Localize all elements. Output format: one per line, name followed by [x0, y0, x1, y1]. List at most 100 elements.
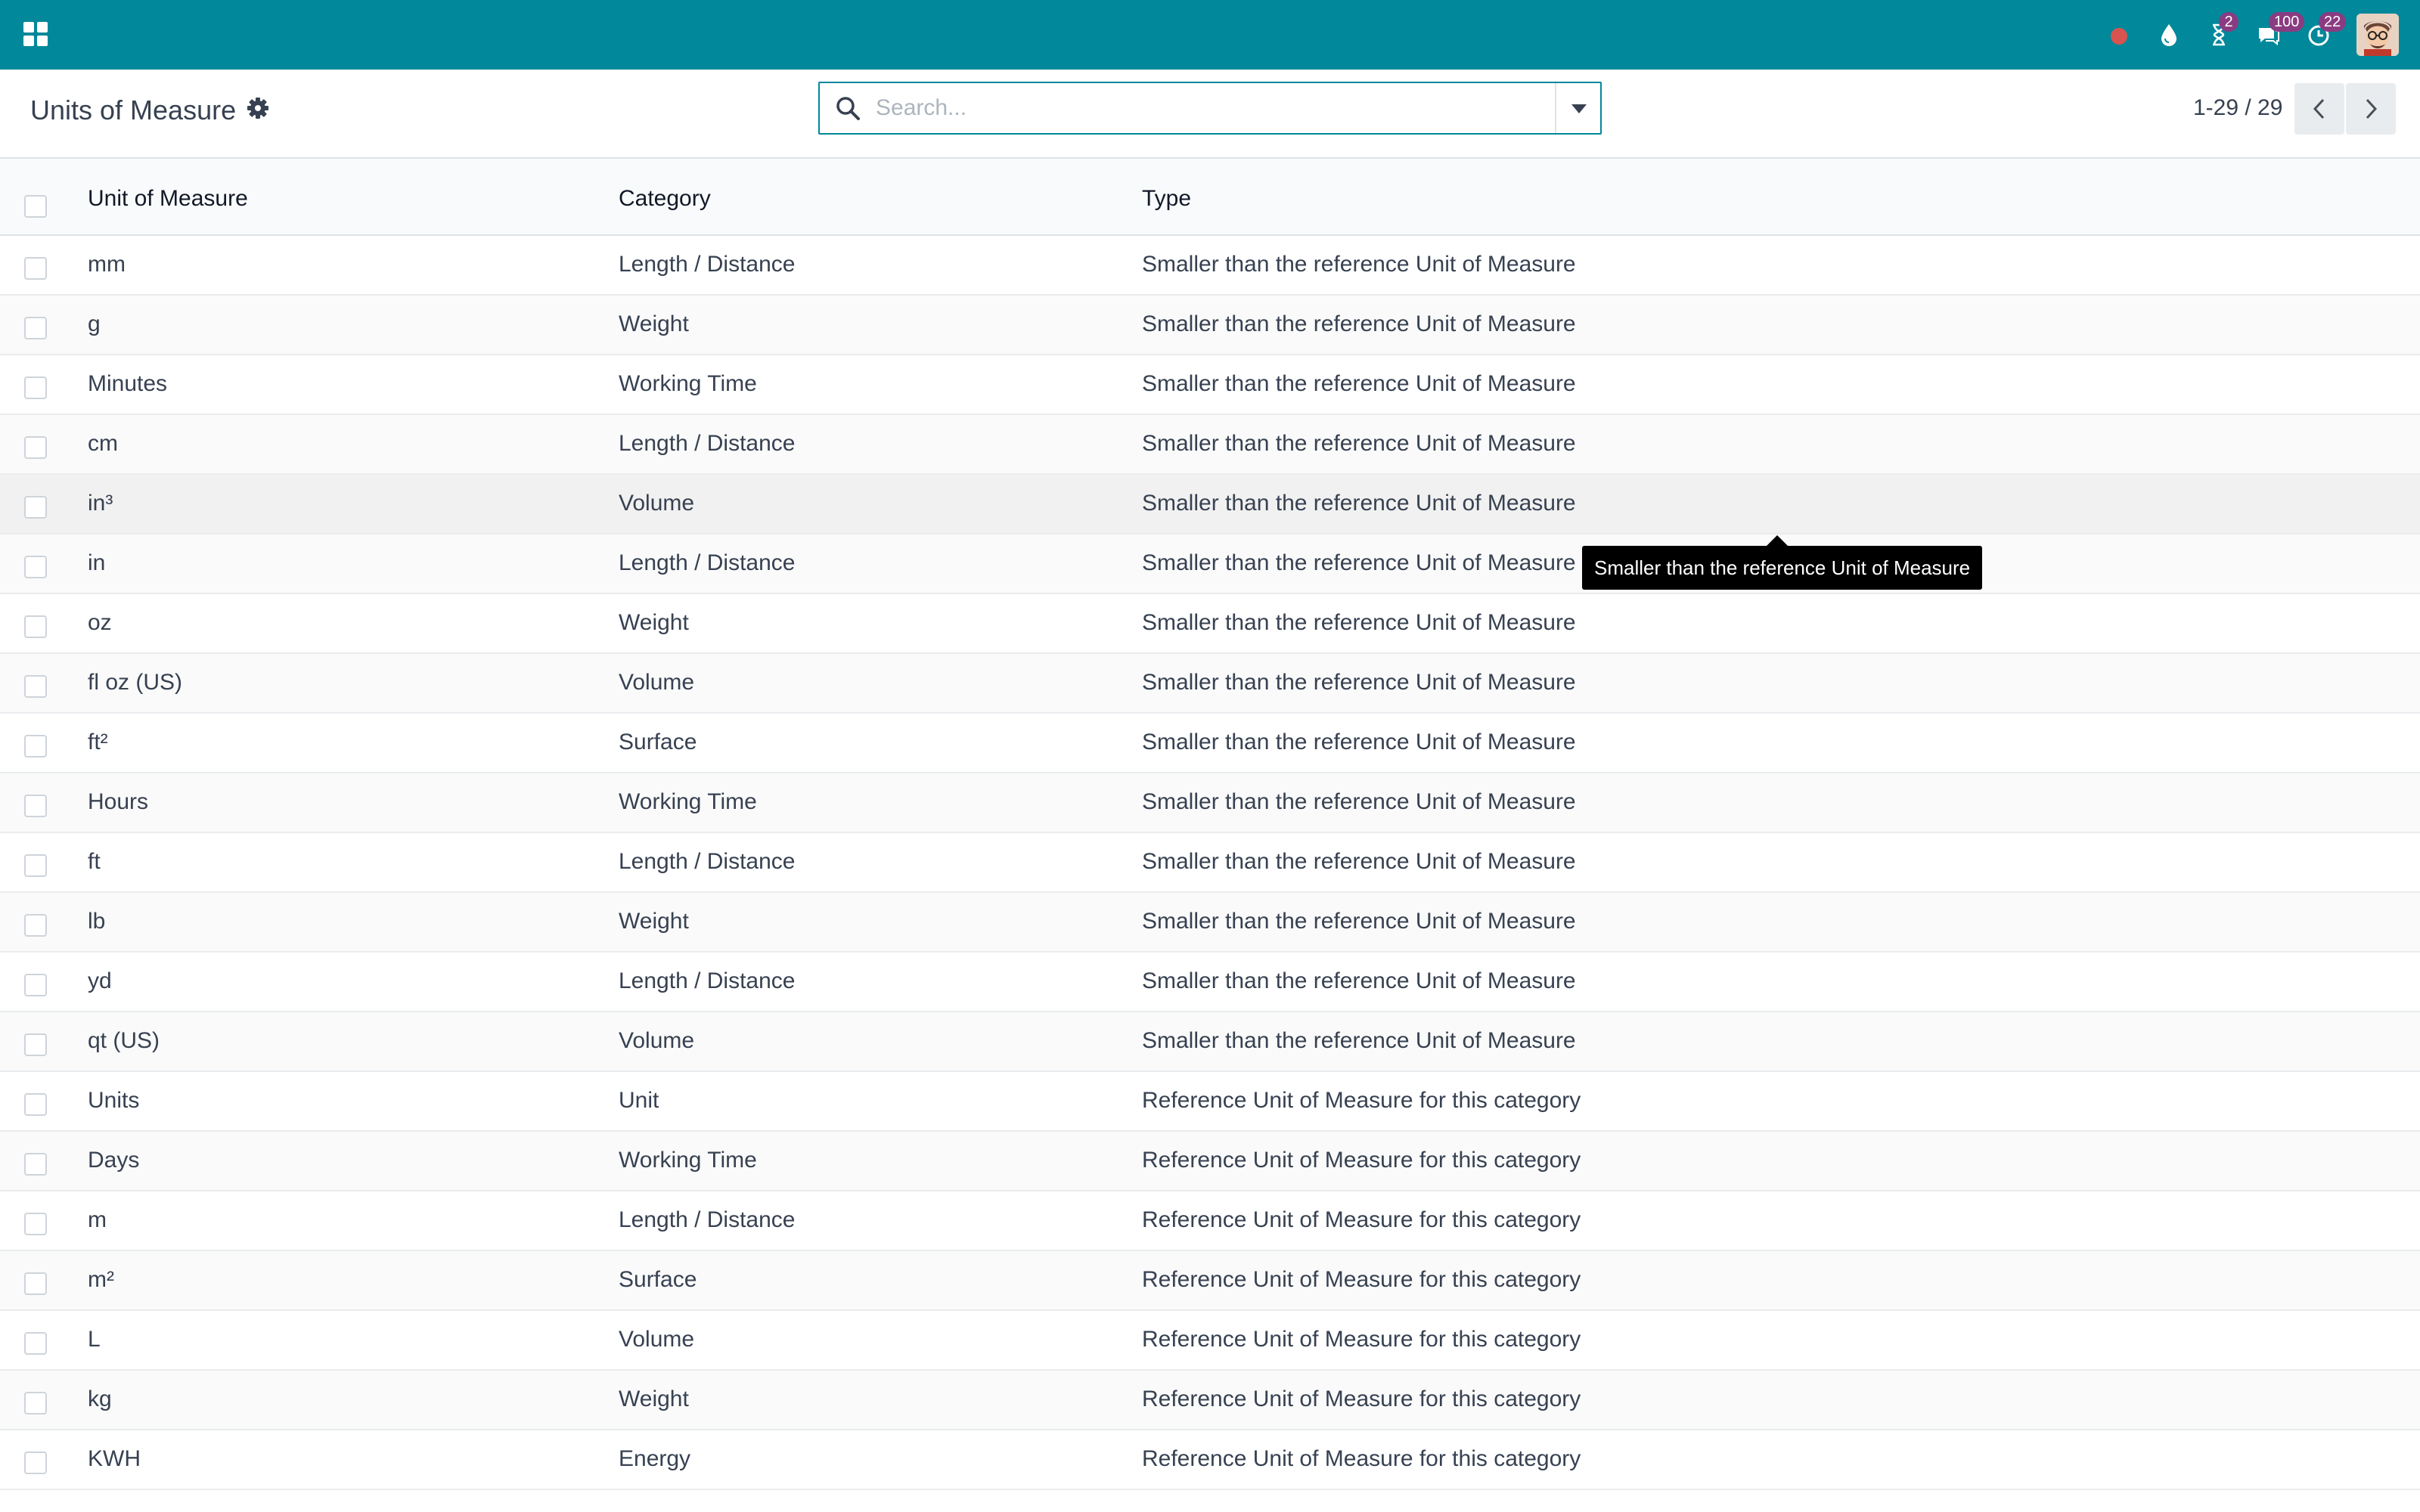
- messages-icon[interactable]: 100: [2254, 12, 2305, 50]
- gear-icon[interactable]: [247, 97, 269, 119]
- unit-cell: L: [88, 1327, 101, 1352]
- type-cell: Smaller than the reference Unit of Measu…: [1142, 670, 1576, 695]
- table-row[interactable]: KWH Energy Reference Unit of Measure for t…: [0, 1430, 2420, 1490]
- type-cell: Smaller than the reference Unit of Measu…: [1142, 550, 1576, 575]
- unit-cell: Days: [88, 1148, 140, 1173]
- table-row[interactable]: qt (US) Volume Smaller than the reference …: [0, 1012, 2420, 1072]
- row-checkbox[interactable]: [24, 914, 47, 937]
- category-cell: Working Time: [619, 789, 757, 814]
- messages-badge: 100: [2269, 12, 2305, 32]
- pager-previous-button[interactable]: [2294, 83, 2344, 135]
- chevron-left-icon: [2313, 98, 2325, 119]
- search-icon: [836, 97, 860, 120]
- unit-cell: lb: [88, 909, 106, 934]
- table-row[interactable]: oz Weight Smaller than the reference Unit …: [0, 594, 2420, 654]
- row-checkbox[interactable]: [24, 1033, 47, 1056]
- row-checkbox[interactable]: [24, 854, 47, 877]
- row-checkbox[interactable]: [24, 1153, 47, 1176]
- row-checkbox[interactable]: [24, 795, 47, 817]
- table-row[interactable]: ft Length / Distance Smaller than the refe…: [0, 833, 2420, 893]
- type-cell: Smaller than the reference Unit of Measu…: [1142, 849, 1576, 874]
- systray: 2 100 22: [2084, 0, 2399, 70]
- unit-cell: Minutes: [88, 371, 168, 396]
- row-checkbox[interactable]: [24, 1392, 47, 1414]
- type-tooltip: Smaller than the reference Unit of Measu…: [1582, 535, 1983, 590]
- row-checkbox[interactable]: [24, 556, 47, 578]
- row-checkbox[interactable]: [24, 1452, 47, 1474]
- activity-hourglass-icon[interactable]: 2: [2204, 12, 2238, 50]
- pager-next-button[interactable]: [2346, 83, 2396, 135]
- type-cell: Reference Unit of Measure for this categ…: [1142, 1088, 1581, 1113]
- category-cell: Length / Distance: [619, 550, 796, 575]
- unit-cell: mm: [88, 252, 126, 277]
- table-row[interactable]: kg Weight Reference Unit of Measure for th…: [0, 1371, 2420, 1430]
- table-row[interactable]: g Weight Smaller than the reference Unit o…: [0, 296, 2420, 355]
- type-cell: Reference Unit of Measure for this categ…: [1142, 1387, 1581, 1411]
- top-navbar: 2 100 22: [0, 0, 2420, 70]
- category-cell: Working Time: [619, 371, 757, 396]
- row-checkbox[interactable]: [24, 735, 47, 758]
- row-checkbox[interactable]: [24, 1213, 47, 1235]
- apps-menu-icon[interactable]: [23, 21, 48, 47]
- search-input[interactable]: [876, 89, 1556, 127]
- row-checkbox[interactable]: [24, 615, 47, 638]
- unit-cell: KWH: [88, 1446, 141, 1471]
- table-row[interactable]: cm Length / Distance Smaller than the refe…: [0, 415, 2420, 475]
- unit-cell: oz: [88, 610, 112, 635]
- type-cell: Smaller than the reference Unit of Measu…: [1142, 491, 1576, 516]
- category-cell: Surface: [619, 1267, 697, 1292]
- table-row[interactable]: m² Surface Reference Unit of Measure for t…: [0, 1251, 2420, 1311]
- type-cell: Smaller than the reference Unit of Measu…: [1142, 789, 1576, 814]
- activity-badge: 2: [2219, 12, 2238, 32]
- select-all-checkbox[interactable]: [24, 195, 47, 218]
- row-checkbox[interactable]: [24, 257, 47, 280]
- control-panel: Units of Measure 1-29 / 29: [0, 70, 2420, 159]
- table-row[interactable]: Minutes Working Time Smaller than the refe…: [0, 355, 2420, 415]
- category-cell: Volume: [619, 491, 695, 516]
- category-cell: Length / Distance: [619, 849, 796, 874]
- pager-value[interactable]: 1-29 / 29: [2193, 95, 2282, 121]
- table-row[interactable]: ft² Surface Smaller than the reference Uni…: [0, 714, 2420, 773]
- row-checkbox[interactable]: [24, 675, 47, 698]
- recording-indicator-icon[interactable]: [2104, 20, 2134, 50]
- droplet-icon[interactable]: [2154, 20, 2184, 50]
- table-row[interactable]: Units Unit Reference Unit of Measure for t…: [0, 1072, 2420, 1132]
- table-row[interactable]: fl oz (US) Volume Smaller than the referen…: [0, 654, 2420, 714]
- unit-cell: fl oz (US): [88, 670, 183, 695]
- search-options-toggle[interactable]: [1555, 83, 1600, 133]
- column-header-type[interactable]: Type: [1142, 184, 1191, 214]
- category-cell: Length / Distance: [619, 1207, 796, 1232]
- column-header-category[interactable]: Category: [619, 184, 711, 214]
- row-checkbox[interactable]: [24, 1272, 47, 1295]
- column-header-unit[interactable]: Unit of Measure: [88, 184, 248, 214]
- type-cell: Smaller than the reference Unit of Measu…: [1142, 610, 1576, 635]
- row-checkbox[interactable]: [24, 376, 47, 399]
- category-cell: Weight: [619, 1387, 689, 1411]
- unit-cell: m: [88, 1207, 107, 1232]
- clock-icon[interactable]: 22: [2304, 12, 2347, 50]
- row-checkbox[interactable]: [24, 496, 47, 519]
- table-row[interactable]: yd Length / Distance Smaller than the refe…: [0, 953, 2420, 1012]
- chevron-right-icon: [2366, 98, 2378, 119]
- type-cell: Smaller than the reference Unit of Measu…: [1142, 311, 1576, 336]
- table-row[interactable]: mm Length / Distance Smaller than the refe…: [0, 236, 2420, 296]
- table-row[interactable]: in Length / Distance Smaller than the refe…: [0, 534, 2420, 594]
- row-checkbox[interactable]: [24, 1093, 47, 1116]
- table-row[interactable]: Days Working Time Reference Unit of Measur…: [0, 1132, 2420, 1191]
- row-checkbox[interactable]: [24, 317, 47, 339]
- table-row[interactable]: L Volume Reference Unit of Measure for thi…: [0, 1311, 2420, 1371]
- row-checkbox[interactable]: [24, 974, 47, 996]
- user-avatar[interactable]: [2356, 14, 2399, 56]
- uom-list: Unit of Measure Category Type mm Length /…: [0, 159, 2420, 1490]
- category-cell: Working Time: [619, 1148, 757, 1173]
- table-row[interactable]: lb Weight Smaller than the reference Unit …: [0, 893, 2420, 953]
- category-cell: Surface: [619, 730, 697, 754]
- type-cell: Smaller than the reference Unit of Measu…: [1142, 909, 1576, 934]
- table-row[interactable]: Hours Working Time Smaller than the refere…: [0, 773, 2420, 833]
- row-checkbox[interactable]: [24, 1332, 47, 1355]
- row-checkbox[interactable]: [24, 436, 47, 459]
- search-bar: [818, 82, 1602, 135]
- table-row[interactable]: in³ Volume Smaller than the reference Unit…: [0, 475, 2420, 534]
- unit-cell: Hours: [88, 789, 149, 814]
- table-row[interactable]: m Length / Distance Reference Unit of Meas…: [0, 1191, 2420, 1251]
